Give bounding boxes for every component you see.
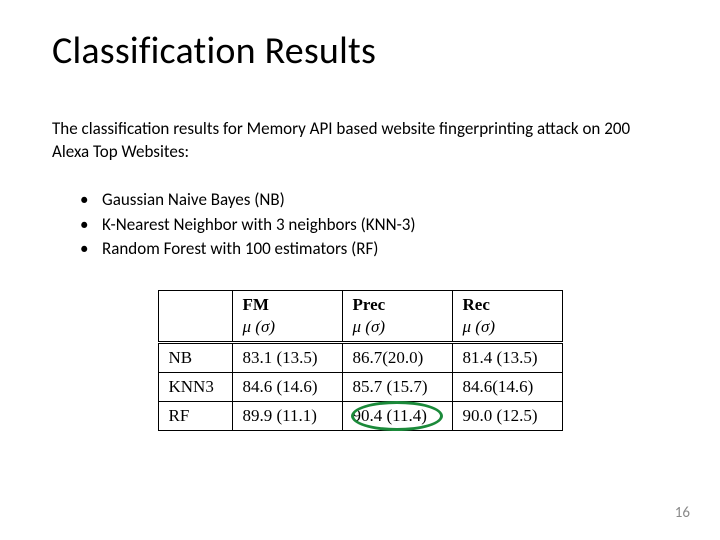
list-item: K-Nearest Neighbor with 3 neighbors (KNN… [80, 213, 668, 238]
col-header-fm: FM [232, 290, 342, 317]
cell-fm: 83.1 (13.5) [232, 342, 342, 372]
results-table-wrap: FM Prec Rec μ (σ) μ (σ) μ (σ) NB 83.1 (1… [52, 290, 668, 431]
cell-fm: 84.6 (14.6) [232, 372, 342, 401]
row-header: NB [158, 342, 232, 372]
table-row: NB 83.1 (13.5) 86.7(20.0) 81.4 (13.5) [158, 342, 562, 372]
col-subheader: μ (σ) [232, 317, 342, 343]
cell-rec: 90.0 (12.5) [452, 401, 562, 430]
table-corner-sub [158, 317, 232, 343]
results-table: FM Prec Rec μ (σ) μ (σ) μ (σ) NB 83.1 (1… [158, 290, 563, 431]
intro-text: The classification results for Memory AP… [52, 118, 642, 164]
row-header: RF [158, 401, 232, 430]
cell-prec-highlighted: 90.4 (11.4) [342, 401, 452, 430]
row-header: KNN3 [158, 372, 232, 401]
col-header-prec: Prec [342, 290, 452, 317]
table-row: RF 89.9 (11.1) 90.4 (11.4) 90.0 (12.5) [158, 401, 562, 430]
col-subheader: μ (σ) [342, 317, 452, 343]
cell-prec: 86.7(20.0) [342, 342, 452, 372]
cell-rec: 84.6(14.6) [452, 372, 562, 401]
col-header-rec: Rec [452, 290, 562, 317]
cell-rec: 81.4 (13.5) [452, 342, 562, 372]
classifier-list: Gaussian Naive Bayes (NB) K-Nearest Neig… [80, 188, 668, 262]
cell-prec: 85.7 (15.7) [342, 372, 452, 401]
list-item: Gaussian Naive Bayes (NB) [80, 188, 668, 213]
col-subheader: μ (σ) [452, 317, 562, 343]
table-row: KNN3 84.6 (14.6) 85.7 (15.7) 84.6(14.6) [158, 372, 562, 401]
slide: Classification Results The classificatio… [0, 0, 720, 540]
cell-fm: 89.9 (11.1) [232, 401, 342, 430]
page-number: 16 [675, 504, 690, 522]
page-title: Classification Results [52, 28, 668, 74]
list-item: Random Forest with 100 estimators (RF) [80, 237, 668, 262]
table-corner [158, 290, 232, 317]
